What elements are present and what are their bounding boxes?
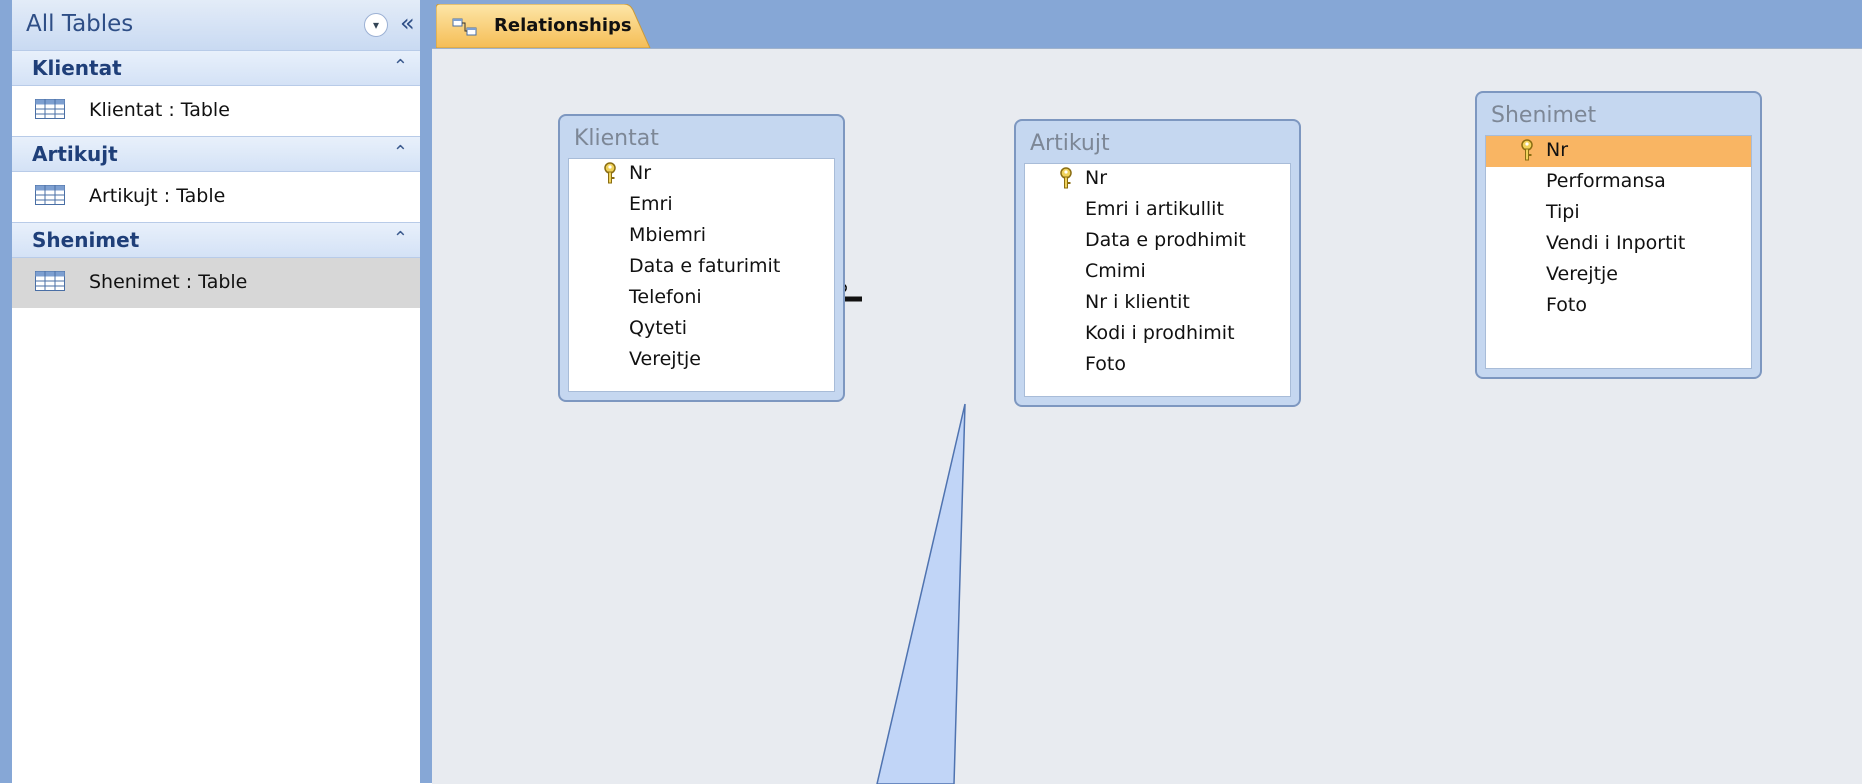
nav-item-artikujt-table[interactable]: Artikujt : Table <box>12 172 432 222</box>
nav-group-shenimet: Shenimet ⌃ Shenimet : Table <box>12 222 432 308</box>
field-name: Data e faturimit <box>629 255 781 277</box>
chevron-up-icon[interactable]: ⌃ <box>393 56 408 77</box>
chevron-up-icon[interactable]: ⌃ <box>393 142 408 163</box>
nav-pane-title[interactable]: All Tables <box>26 11 133 37</box>
field-list-title[interactable]: Artikujt <box>1030 131 1110 156</box>
field-name: Nr <box>629 162 652 184</box>
table-icon <box>35 185 65 205</box>
table-icon <box>35 271 65 291</box>
field-list-title[interactable]: Shenimet <box>1491 103 1596 128</box>
nav-item-shenimet-table[interactable]: Shenimet : Table <box>12 258 432 308</box>
field-row[interactable]: Nr i klientit <box>1025 288 1290 319</box>
field-row-primary-key[interactable]: Nr <box>569 159 834 190</box>
field-name: Data e prodhimit <box>1085 229 1246 251</box>
field-row-primary-key-selected[interactable]: Nr <box>1486 136 1751 167</box>
field-name: Telefoni <box>629 286 702 308</box>
field-row[interactable]: Foto <box>1025 350 1290 381</box>
group-header-artikujt[interactable]: Artikujt ⌃ <box>12 136 432 172</box>
primary-key-icon <box>604 162 616 184</box>
field-name: Cmimi <box>1085 260 1146 282</box>
field-list-title[interactable]: Klientat <box>574 126 659 151</box>
nav-collapse-icon[interactable]: « <box>400 9 415 37</box>
field-row[interactable]: Performansa <box>1486 167 1751 198</box>
pane-splitter[interactable] <box>420 0 432 783</box>
nav-group-artikujt: Artikujt ⌃ Artikujt : Table <box>12 136 432 222</box>
field-name: Verejtje <box>1546 263 1618 285</box>
field-list-shenimet[interactable]: Shenimet Nr Performansa Tipi Vendi i Inp… <box>1475 91 1762 379</box>
field-list-body: Nr Emri Mbiemri Data e faturimit Telefon… <box>568 158 835 392</box>
nav-menu-dropdown-icon[interactable]: ▾ <box>364 13 388 37</box>
nav-group-klientat: Klientat ⌃ Klientat : Table <box>12 50 432 136</box>
nav-item-label: Shenimet : Table <box>89 271 248 293</box>
group-header-shenimet[interactable]: Shenimet ⌃ <box>12 222 432 258</box>
field-row[interactable]: Verejtje <box>569 345 834 376</box>
field-list-artikujt[interactable]: Artikujt Nr Emri i artikullit Data e pro… <box>1014 119 1301 407</box>
nav-item-label: Klientat : Table <box>89 99 230 121</box>
field-row[interactable]: Data e faturimit <box>569 252 834 283</box>
field-row[interactable]: Telefoni <box>569 283 834 314</box>
field-name: Nr i klientit <box>1085 291 1190 313</box>
document-tab-bar: Relationships <box>432 0 1862 48</box>
field-name: Tipi <box>1546 201 1580 223</box>
field-name: Emri i artikullit <box>1085 198 1224 220</box>
table-icon <box>35 99 65 119</box>
field-name: Qyteti <box>629 317 688 339</box>
chevron-up-icon[interactable]: ⌃ <box>393 228 408 249</box>
field-name: Foto <box>1085 353 1126 375</box>
field-name: Vendi i Inportit <box>1546 232 1686 254</box>
nav-item-label: Artikujt : Table <box>89 185 226 207</box>
group-title: Artikujt <box>32 142 118 166</box>
relationships-canvas[interactable]: 1 ∞ 1 1 Klientat Nr Emri Mbiemri Data e … <box>432 48 1862 784</box>
field-row[interactable]: Tipi <box>1486 198 1751 229</box>
field-row[interactable]: Data e prodhimit <box>1025 226 1290 257</box>
tab-relationships[interactable]: Relationships <box>436 4 656 48</box>
primary-key-icon <box>1521 139 1533 161</box>
field-name: Foto <box>1546 294 1587 316</box>
field-name: Nr <box>1546 139 1569 161</box>
field-name: Kodi i prodhimit <box>1085 322 1235 344</box>
nav-item-klientat-table[interactable]: Klientat : Table <box>12 86 432 136</box>
callout-pointer <box>876 403 966 784</box>
navigation-pane: All Tables ▾ « Klientat ⌃ Klientat : Tab… <box>0 0 432 783</box>
field-row-primary-key[interactable]: Nr <box>1025 164 1290 195</box>
field-list-body: Nr Emri i artikullit Data e prodhimit Cm… <box>1024 163 1291 397</box>
primary-key-icon <box>1060 167 1072 189</box>
field-row[interactable]: Qyteti <box>569 314 834 345</box>
field-name: Mbiemri <box>629 224 707 246</box>
field-name: Verejtje <box>629 348 701 370</box>
group-title: Shenimet <box>32 228 140 252</box>
field-row[interactable]: Cmimi <box>1025 257 1290 288</box>
field-list-klientat[interactable]: Klientat Nr Emri Mbiemri Data e faturimi… <box>558 114 845 402</box>
field-row[interactable]: Mbiemri <box>569 221 834 252</box>
field-row[interactable]: Foto <box>1486 291 1751 322</box>
field-name: Nr <box>1085 167 1108 189</box>
field-row[interactable]: Verejtje <box>1486 260 1751 291</box>
navigation-pane-header[interactable]: All Tables ▾ « <box>12 0 432 51</box>
group-title: Klientat <box>32 56 122 80</box>
field-row[interactable]: Vendi i Inportit <box>1486 229 1751 260</box>
tab-label: Relationships <box>494 15 632 36</box>
field-row[interactable]: Emri <box>569 190 834 221</box>
relationships-icon <box>452 18 477 36</box>
field-name: Performansa <box>1546 170 1666 192</box>
group-header-klientat[interactable]: Klientat ⌃ <box>12 50 432 86</box>
field-name: Emri <box>629 193 673 215</box>
field-row[interactable]: Emri i artikullit <box>1025 195 1290 226</box>
field-row[interactable]: Kodi i prodhimit <box>1025 319 1290 350</box>
field-list-body: Nr Performansa Tipi Vendi i Inportit Ver… <box>1485 135 1752 369</box>
